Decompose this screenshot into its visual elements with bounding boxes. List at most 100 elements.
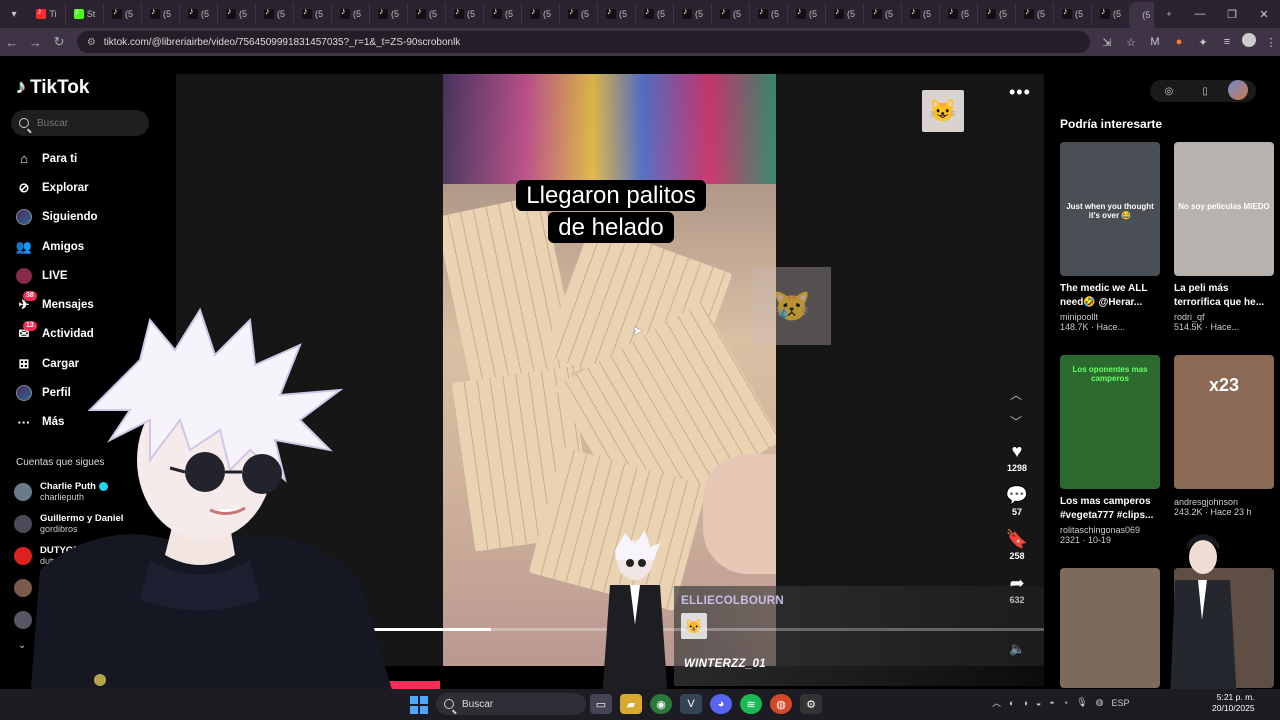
site-settings-icon[interactable]: ⚙ bbox=[87, 37, 96, 48]
minimize-icon[interactable]: — bbox=[1184, 8, 1216, 21]
browser-tab[interactable]: (5 bbox=[560, 3, 598, 25]
browser-tab[interactable]: (5 bbox=[256, 3, 294, 25]
browser-tab[interactable]: (5 bbox=[902, 3, 940, 25]
vegas-icon[interactable]: V bbox=[680, 694, 702, 714]
windows-start-icon[interactable] bbox=[410, 696, 428, 714]
tray-app-icon[interactable]: ◓ bbox=[1049, 698, 1054, 708]
next-video-icon[interactable]: ﹀ bbox=[1010, 413, 1022, 430]
video-thumbnail[interactable]: Just when you thought it's over 😂 bbox=[1060, 142, 1160, 276]
url-text: tiktok.com/@libreriairbe/video/756450999… bbox=[103, 36, 461, 48]
browser-tab[interactable]: (5 bbox=[712, 3, 750, 25]
extensions-puzzle-icon[interactable]: ✦ bbox=[1194, 33, 1212, 51]
tiktok-logo[interactable]: ♪ TikTok bbox=[16, 76, 89, 99]
chrome-icon[interactable]: ◉ bbox=[650, 694, 672, 714]
tray-app-icon[interactable]: ◔ bbox=[1063, 698, 1068, 708]
tab-search-icon[interactable]: ▾ bbox=[0, 0, 28, 28]
media-controls-icon[interactable]: ≡ bbox=[1218, 33, 1236, 51]
tiktok-icon bbox=[985, 6, 996, 19]
tray-app-icon[interactable]: ◍ bbox=[1096, 697, 1104, 708]
coins-icon[interactable]: ◎ bbox=[1165, 86, 1174, 97]
save-button[interactable]: 🔖 258 bbox=[1006, 528, 1028, 572]
comment-button[interactable]: 💬 57 bbox=[1006, 484, 1028, 528]
tray-expand-icon[interactable]: ︿ bbox=[992, 696, 1001, 709]
recommended-video[interactable]: No soy peliculas MIEDO La peli más terror… bbox=[1174, 142, 1274, 332]
browser-tab[interactable]: (5 bbox=[408, 3, 446, 25]
browser-tab[interactable]: (5 bbox=[484, 3, 522, 25]
browser-tab[interactable]: (5 bbox=[1092, 3, 1130, 25]
extension-m-icon[interactable]: M bbox=[1146, 33, 1164, 51]
new-tab-button[interactable]: + bbox=[1154, 3, 1184, 25]
browser-tab[interactable]: St bbox=[66, 3, 104, 25]
more-options-icon[interactable]: ••• bbox=[1009, 82, 1031, 103]
browser-tab[interactable]: (5 bbox=[522, 3, 560, 25]
browser-tab[interactable]: (5 bbox=[864, 3, 902, 25]
browser-tab[interactable]: (5 bbox=[1054, 3, 1092, 25]
browser-tab[interactable]: (5 bbox=[674, 3, 712, 25]
browser-tab[interactable]: (5 bbox=[332, 3, 370, 25]
video-thumbnail[interactable] bbox=[1060, 568, 1160, 688]
language-indicator[interactable]: ESP bbox=[1112, 698, 1130, 708]
tray-app-icon[interactable]: ◒ bbox=[1036, 698, 1041, 708]
browser-tab[interactable]: (5 bbox=[218, 3, 256, 25]
browser-tab[interactable]: (5 bbox=[1016, 3, 1054, 25]
compass-icon: ⊘ bbox=[18, 179, 30, 195]
browser-tab[interactable]: (5 bbox=[788, 3, 826, 25]
video-thumbnail[interactable]: Los oponentes mas camperos bbox=[1060, 355, 1160, 489]
previous-video-icon[interactable]: ︿ bbox=[1010, 386, 1022, 403]
file-explorer-icon[interactable]: ▰ bbox=[620, 694, 642, 714]
like-button[interactable]: ♥ 1298 bbox=[1007, 440, 1027, 484]
device-icon[interactable]: ▯ bbox=[1202, 86, 1208, 97]
user-avatar[interactable] bbox=[1228, 80, 1248, 100]
browser-tab[interactable]: (5 bbox=[940, 3, 978, 25]
recommended-video[interactable]: Los oponentes mas camperos Los mas camper… bbox=[1060, 355, 1160, 545]
spotify-icon[interactable]: ≋ bbox=[740, 694, 762, 714]
browser-tab[interactable]: (5 bbox=[826, 3, 864, 25]
obs-icon[interactable]: ◍ bbox=[770, 694, 792, 714]
back-icon[interactable]: ← bbox=[0, 35, 24, 50]
taskbar-clock[interactable]: 5:21 p. m. 20/10/2025 bbox=[1212, 692, 1255, 714]
browser-tab-active[interactable]: (5✕ bbox=[1130, 2, 1154, 28]
reload-icon[interactable]: ↻ bbox=[47, 34, 71, 50]
nav-item-para-ti[interactable]: ⌂ Para ti bbox=[0, 144, 176, 173]
video-progress-bar[interactable] bbox=[370, 628, 1044, 631]
close-window-icon[interactable]: ✕ bbox=[1248, 8, 1280, 21]
video-thumbnail[interactable]: No soy peliculas MIEDO bbox=[1174, 142, 1274, 276]
url-field[interactable]: ⚙ tiktok.com/@libreriairbe/video/7564509… bbox=[76, 31, 1091, 53]
browser-tab[interactable]: (5 bbox=[104, 3, 142, 25]
nav-item-explorar[interactable]: ⊘ Explorar bbox=[0, 173, 176, 202]
browser-tab[interactable]: (5 bbox=[446, 3, 484, 25]
nav-item-amigos[interactable]: 👥 Amigos bbox=[0, 232, 176, 261]
browser-tab[interactable]: (5 bbox=[598, 3, 636, 25]
browser-tab[interactable]: (5 bbox=[370, 3, 408, 25]
bookmark-star-icon[interactable]: ☆ bbox=[1122, 33, 1140, 51]
taskbar-search[interactable]: Buscar bbox=[436, 693, 586, 715]
browser-tab[interactable]: (5 bbox=[978, 3, 1016, 25]
browser-tab[interactable]: (5 bbox=[142, 3, 180, 25]
search-input[interactable]: Buscar bbox=[11, 110, 149, 136]
video-author: rolitaschingonas069 bbox=[1060, 525, 1141, 535]
discord-icon[interactable]: ◕ bbox=[710, 694, 732, 714]
browser-menu-icon[interactable]: ⋮ bbox=[1262, 33, 1280, 51]
settings-icon[interactable]: ⚙ bbox=[800, 694, 822, 714]
browser-tab[interactable]: Ti bbox=[28, 3, 66, 25]
browser-tab[interactable]: (5 bbox=[294, 3, 332, 25]
recommended-video[interactable]: Just when you thought it's over 😂 The med… bbox=[1060, 142, 1160, 332]
task-view-icon[interactable]: ▭ bbox=[590, 694, 612, 714]
recommended-video[interactable]: x23 andresgjohnson 243.2K · Hace 23 h bbox=[1174, 355, 1274, 517]
profile-avatar-icon[interactable] bbox=[1242, 33, 1257, 47]
microphone-icon[interactable]: 🎙 bbox=[1076, 697, 1087, 708]
tray-app-icon[interactable]: ◑ bbox=[1022, 698, 1027, 708]
install-app-icon[interactable]: ⇲ bbox=[1098, 33, 1116, 51]
nav-item-live[interactable]: LIVE bbox=[0, 261, 176, 290]
tray-app-icon[interactable]: ◐ bbox=[1009, 698, 1014, 708]
nav-item-siguiendo[interactable]: Siguiendo bbox=[0, 203, 176, 232]
browser-tab[interactable]: (5 bbox=[636, 3, 674, 25]
forward-icon[interactable]: → bbox=[24, 35, 48, 50]
video-stats: 243.2K · Hace 23 h bbox=[1174, 507, 1252, 517]
browser-tab[interactable]: (5 bbox=[750, 3, 788, 25]
video-thumbnail[interactable]: x23 bbox=[1174, 355, 1274, 489]
browser-tab-label: (5 bbox=[314, 9, 323, 19]
browser-tab[interactable]: (5 bbox=[180, 3, 218, 25]
extension-fox-icon[interactable]: ● bbox=[1170, 33, 1188, 51]
restore-icon[interactable]: ❐ bbox=[1216, 8, 1248, 21]
